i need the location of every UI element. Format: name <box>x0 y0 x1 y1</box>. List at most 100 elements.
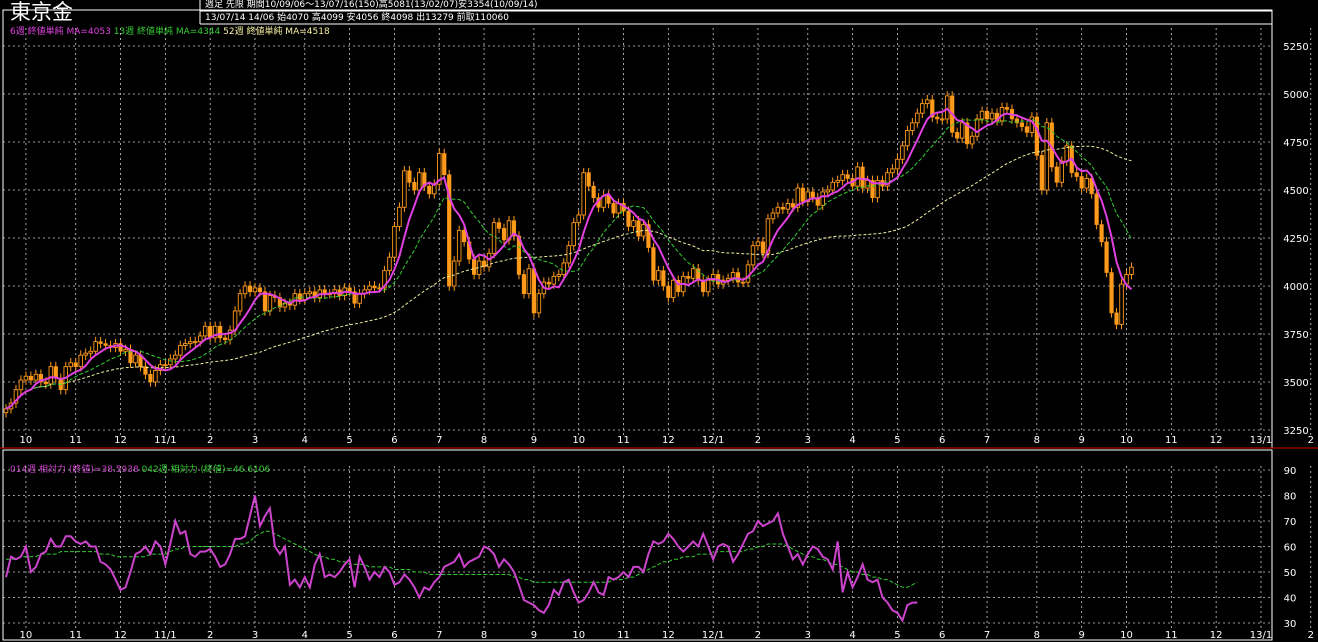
candle-down <box>521 274 527 294</box>
price-tick-label: 4750 <box>1283 138 1308 149</box>
rsi-x-label: 8 <box>481 630 487 641</box>
candle-up <box>865 179 870 189</box>
candle-up <box>561 262 567 275</box>
candle-down <box>531 268 536 314</box>
candle-up <box>556 274 562 277</box>
candle-down <box>247 285 253 293</box>
rsi-tick-label: 60 <box>1284 543 1297 554</box>
price-x-label: 3 <box>252 435 258 446</box>
price-x-label: 2 <box>1308 435 1314 446</box>
candle-down <box>407 170 412 183</box>
candle-up <box>23 375 29 381</box>
price-x-label: 10 <box>572 435 585 446</box>
price-tick-label: 5250 <box>1283 42 1308 53</box>
candle-down <box>800 187 805 202</box>
candle-up <box>456 229 462 262</box>
candle-up <box>173 354 178 360</box>
candle-up <box>566 245 571 264</box>
candle-up <box>1044 122 1050 191</box>
rsi-x-label: 2 <box>207 630 213 641</box>
candle-down <box>472 258 477 275</box>
candle-up <box>770 212 776 220</box>
candle-up <box>387 256 392 272</box>
candle-up <box>979 110 985 120</box>
candle-up <box>920 103 925 114</box>
candle-down <box>984 110 990 120</box>
candle-down <box>955 132 960 139</box>
rsi14-line <box>5 495 918 623</box>
candle-up <box>93 341 98 352</box>
price-tick-label: 4000 <box>1283 282 1308 293</box>
price-tick-label: 3250 <box>1283 426 1308 437</box>
candle-down <box>218 326 223 339</box>
candle-up <box>576 214 581 224</box>
candle-up <box>183 343 188 346</box>
candles <box>3 91 1134 418</box>
candle-up <box>830 181 835 191</box>
rsi-x-label: 11 <box>1165 630 1178 641</box>
rsi-x-label: 10 <box>572 630 585 641</box>
candle-down <box>1004 107 1010 110</box>
candle-down <box>935 116 940 120</box>
rsi-x-label: 12 <box>114 630 127 641</box>
candle-up <box>536 293 542 314</box>
candle-down <box>760 241 766 254</box>
rsi-x-label: 9 <box>1078 630 1084 641</box>
price-x-label: 11 <box>617 435 630 446</box>
candle-down <box>73 362 78 367</box>
price-x-label: 4 <box>302 435 308 446</box>
candle-up <box>133 354 138 364</box>
candle-up <box>1119 283 1124 325</box>
price-tick-label: 4250 <box>1283 234 1308 245</box>
candle-up <box>123 348 128 352</box>
rsi-x-label: 4 <box>302 630 308 641</box>
price-x-label: 12 <box>114 435 127 446</box>
rsi-x-label: 7 <box>436 630 442 641</box>
candle-up <box>855 166 860 187</box>
candle-down <box>223 337 228 341</box>
rsi-x-label: 13/1 <box>1250 630 1272 641</box>
candle-up <box>974 118 980 137</box>
candle-up <box>671 279 676 298</box>
candle-up <box>631 220 636 227</box>
candle-up <box>451 260 457 287</box>
candle-up <box>252 287 258 293</box>
candle-up <box>939 118 945 121</box>
candle-up <box>88 350 93 354</box>
candle-down <box>148 374 153 383</box>
candle-up <box>526 268 532 295</box>
rsi-x-label: 10 <box>1120 630 1133 641</box>
candle-up <box>915 112 920 124</box>
rsi-x-label: 5 <box>346 630 352 641</box>
price-x-label: 13/1 <box>1250 435 1272 446</box>
price-x-label: 12 <box>1210 435 1223 446</box>
candle-up <box>192 341 198 344</box>
candle-down <box>257 287 263 293</box>
candle-up <box>969 135 975 145</box>
candle-up <box>959 122 965 139</box>
candle-up <box>392 226 397 258</box>
candle-up <box>202 325 208 337</box>
candle-up <box>581 172 586 216</box>
candle-up <box>905 130 910 147</box>
price-x-label: 12/1 <box>702 435 724 446</box>
candle-down <box>661 270 666 287</box>
candle-up <box>417 172 422 191</box>
candle-down <box>1024 126 1029 133</box>
candle-up <box>745 264 751 283</box>
rsi-x-label: 2 <box>755 630 761 641</box>
candle-up <box>168 358 173 366</box>
candle-down <box>1054 166 1059 183</box>
candle-down <box>1074 172 1079 177</box>
candle-down <box>735 272 741 283</box>
price-x-label: 8 <box>481 435 487 446</box>
rsi-x-label: 8 <box>1034 630 1040 641</box>
price-x-label: 9 <box>1078 435 1084 446</box>
rsi-tick-label: 50 <box>1284 568 1297 579</box>
candle-down <box>1109 272 1114 314</box>
candle-up <box>690 268 696 279</box>
candle-up <box>840 174 845 181</box>
candle-down <box>103 343 108 346</box>
candle-up <box>267 295 273 312</box>
rsi-tick-label: 80 <box>1284 492 1297 503</box>
